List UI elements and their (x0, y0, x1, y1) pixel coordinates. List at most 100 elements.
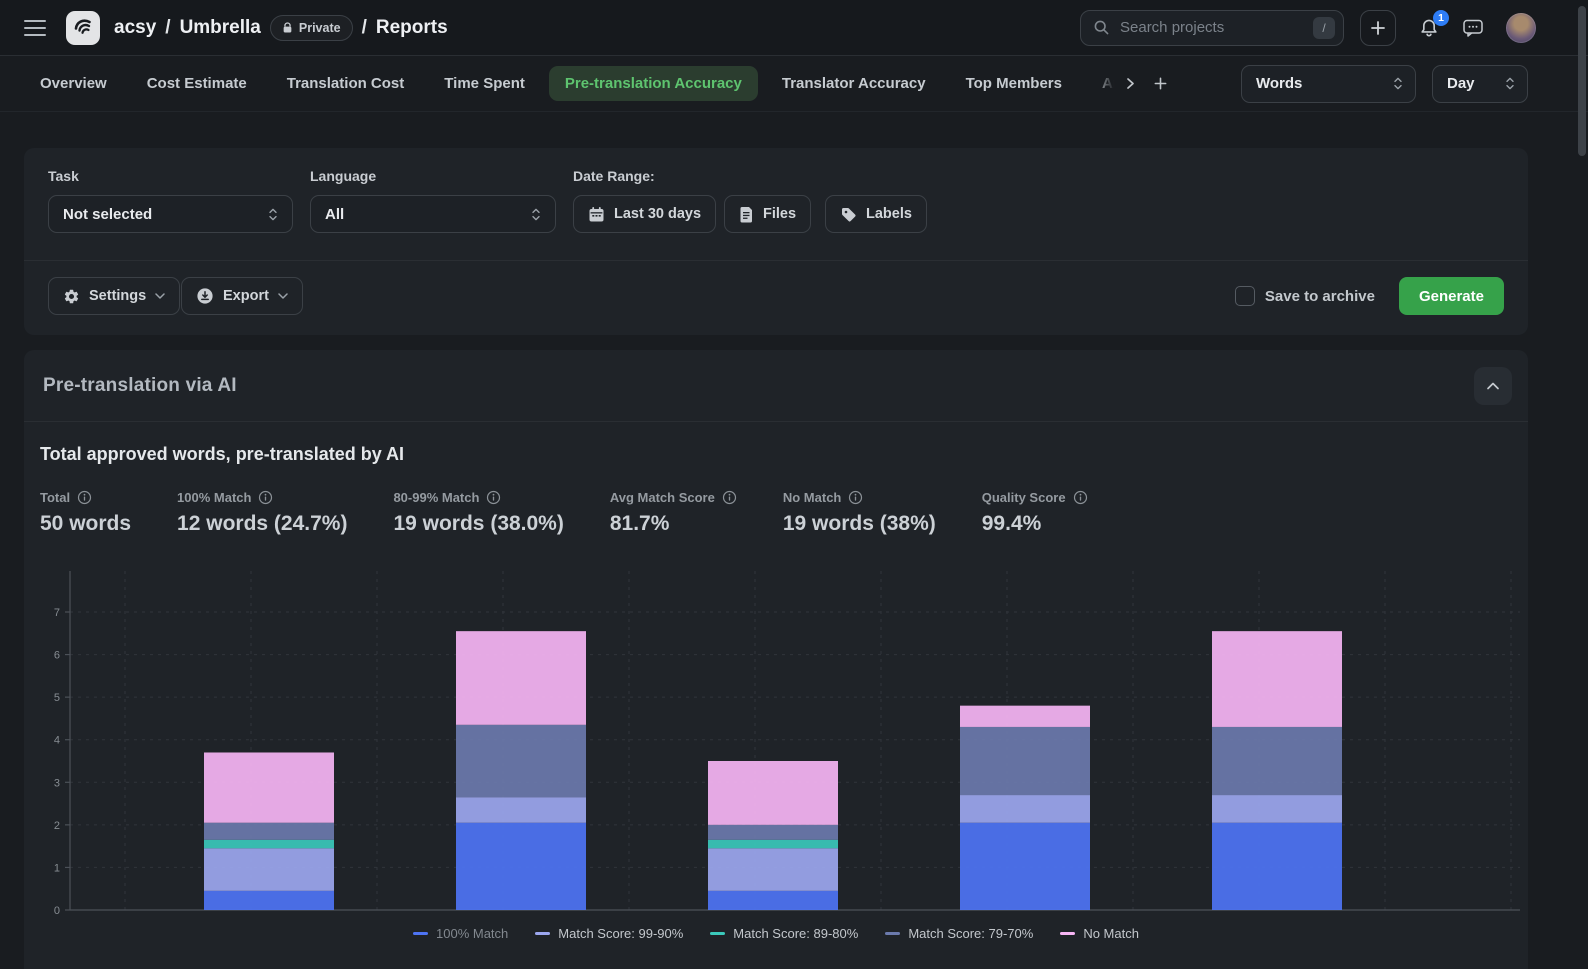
period-select[interactable]: Day (1432, 65, 1528, 103)
unit-select[interactable]: Words (1241, 65, 1416, 103)
task-label: Task (48, 168, 79, 184)
topbar-right: / 1 (1080, 10, 1536, 46)
tab-ar[interactable]: Ar (1086, 66, 1116, 101)
stat-value: 19 words (38%) (783, 512, 936, 536)
legend-dash-icon (885, 932, 900, 935)
tab-overview[interactable]: Overview (24, 66, 123, 101)
file-icon (739, 206, 754, 223)
page-scrollbar-thumb[interactable] (1578, 6, 1586, 156)
generate-controls: Save to archive Generate (1235, 277, 1504, 315)
stat-label: 100% Match (177, 490, 251, 505)
app-logo[interactable] (66, 11, 100, 45)
chevron-right-icon (1124, 77, 1137, 90)
bar-segment-match-score-99-90[interactable] (708, 848, 838, 891)
y-axis-tick-label: 5 (54, 692, 60, 704)
info-icon (722, 490, 737, 505)
bar-segment-match-score-99-90[interactable] (960, 795, 1090, 823)
stat-80-99-match: 80-99% Match19 words (38.0%) (393, 490, 563, 536)
chart-area: 01234567 (24, 565, 1528, 917)
language-select-value: All (325, 206, 344, 223)
stat-value: 50 words (40, 512, 131, 536)
notifications-button[interactable]: 1 (1418, 17, 1440, 39)
bar-segment-no-match[interactable] (1212, 631, 1342, 727)
labels-filter-button[interactable]: Labels (825, 195, 927, 233)
bar-segment-match-score-79-70[interactable] (708, 825, 838, 840)
generate-button[interactable]: Generate (1399, 277, 1504, 315)
collapse-card-button[interactable] (1474, 367, 1512, 405)
legend-item-match-score-99-90[interactable]: Match Score: 99-90% (535, 926, 683, 941)
bar-segment-match-score-79-70[interactable] (1212, 727, 1342, 795)
save-to-archive-checkbox[interactable] (1235, 286, 1255, 306)
create-project-button[interactable] (1360, 10, 1396, 46)
bar-segment-100-match[interactable] (1212, 823, 1342, 910)
private-badge-label: Private (299, 21, 341, 35)
bar-segment-no-match[interactable] (456, 631, 586, 725)
tab-top-members[interactable]: Top Members (950, 66, 1078, 101)
bar-segment-match-score-89-80[interactable] (708, 840, 838, 849)
tab-list: OverviewCost EstimateTranslation CostTim… (24, 66, 1116, 101)
stat-value: 12 words (24.7%) (177, 512, 347, 536)
unit-select-value: Words (1256, 75, 1302, 92)
bar-segment-no-match[interactable] (708, 761, 838, 825)
stat-label: Total (40, 490, 70, 505)
date-range-value: Last 30 days (614, 206, 701, 222)
tab-translator-accuracy[interactable]: Translator Accuracy (766, 66, 942, 101)
bar-segment-no-match[interactable] (204, 752, 334, 822)
calendar-icon (588, 206, 605, 223)
tab-time-spent[interactable]: Time Spent (428, 66, 541, 101)
app-screen: acsy / Umbrella Private / Reports / (0, 0, 1588, 969)
save-to-archive-option[interactable]: Save to archive (1235, 286, 1375, 306)
tag-icon (840, 206, 857, 223)
report-filters-card: Task Not selected Language All Date Rang… (24, 148, 1528, 335)
menu-icon[interactable] (24, 20, 46, 36)
messages-button[interactable] (1462, 18, 1484, 38)
search-input[interactable] (1118, 18, 1305, 37)
bar-segment-no-match[interactable] (960, 706, 1090, 727)
legend-dash-icon (710, 932, 725, 935)
legend-item-no-match[interactable]: No Match (1060, 926, 1139, 941)
bar-segment-match-score-79-70[interactable] (204, 823, 334, 840)
legend-item-match-score-89-80[interactable]: Match Score: 89-80% (710, 926, 858, 941)
tab-pre-translation-accuracy[interactable]: Pre-translation Accuracy (549, 66, 758, 101)
stats-row: Total 50 words 100% Match 12 words (24.7%) 8… (40, 490, 1088, 536)
info-icon (1073, 490, 1088, 505)
stat-total: Total 50 words (40, 490, 131, 536)
tabs-scroll-right-button[interactable] (1116, 66, 1146, 102)
export-button[interactable]: Export (181, 277, 303, 315)
bar-segment-match-score-99-90[interactable] (1212, 795, 1342, 823)
breadcrumb-project[interactable]: Umbrella (180, 17, 261, 39)
add-report-tab-button[interactable] (1146, 66, 1176, 102)
legend-item-100-match[interactable]: 100% Match (413, 926, 508, 941)
stat-label: No Match (783, 490, 842, 505)
breadcrumb-org[interactable]: acsy (114, 17, 156, 39)
legend-item-match-score-79-70[interactable]: Match Score: 79-70% (885, 926, 1033, 941)
legend-label: 100% Match (436, 926, 508, 941)
breadcrumb: acsy / Umbrella Private / Reports (114, 15, 448, 41)
bar-segment-100-match[interactable] (960, 823, 1090, 910)
settings-button[interactable]: Settings (48, 277, 180, 315)
bar-segment-100-match[interactable] (456, 823, 586, 910)
bar-segment-match-score-79-70[interactable] (960, 727, 1090, 795)
bar-segment-match-score-99-90[interactable] (204, 848, 334, 891)
task-select[interactable]: Not selected (48, 195, 293, 233)
select-arrows-icon (531, 207, 541, 222)
stat-value: 19 words (38.0%) (393, 512, 563, 536)
bar-segment-match-score-89-80[interactable] (204, 840, 334, 849)
files-filter-button[interactable]: Files (724, 195, 811, 233)
bar-segment-match-score-99-90[interactable] (456, 797, 586, 823)
legend-label: Match Score: 99-90% (558, 926, 683, 941)
bar-segment-match-score-79-70[interactable] (456, 725, 586, 797)
bar-segment-100-match[interactable] (204, 891, 334, 910)
breadcrumb-page: Reports (376, 17, 448, 39)
caret-down-icon (155, 293, 165, 299)
bar-segment-100-match[interactable] (708, 891, 838, 910)
user-avatar[interactable] (1506, 13, 1536, 43)
topbar: acsy / Umbrella Private / Reports / (0, 0, 1588, 56)
tab-cost-estimate[interactable]: Cost Estimate (131, 66, 263, 101)
search-box[interactable]: / (1080, 10, 1344, 46)
language-select[interactable]: All (310, 195, 556, 233)
tab-translation-cost[interactable]: Translation Cost (271, 66, 421, 101)
date-range-button[interactable]: Last 30 days (573, 195, 716, 233)
breadcrumb-separator: / (165, 17, 170, 39)
breadcrumb-separator-2: / (362, 17, 367, 39)
